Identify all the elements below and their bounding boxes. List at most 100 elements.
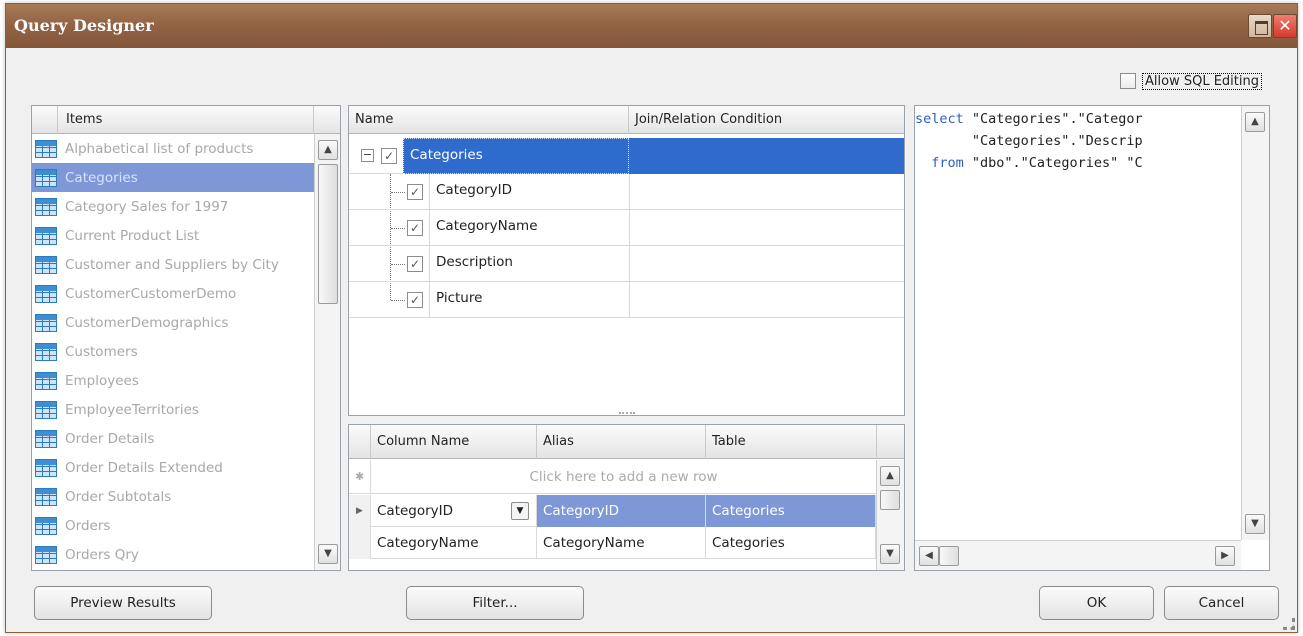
column-condition-cell[interactable]	[629, 246, 904, 282]
grid-row[interactable]: CategoryName CategoryName Categories	[349, 527, 876, 559]
sql-text-segment: "Categories"."Descrip	[915, 133, 1143, 149]
item-list-item[interactable]: Order Subtotals	[32, 482, 314, 511]
item-label: Categories	[65, 169, 138, 186]
tree-row-column[interactable]: ✓ CategoryName	[349, 210, 904, 246]
sql-h-scroll-thumb[interactable]	[939, 546, 959, 566]
tree-row-column[interactable]: ✓ CategoryID	[349, 174, 904, 210]
tree-row-column[interactable]: ✓ Picture	[349, 282, 904, 318]
close-button[interactable]: ✕	[1273, 14, 1297, 38]
column-checkbox[interactable]: ✓	[407, 184, 423, 200]
alias-cell[interactable]: CategoryName	[537, 527, 706, 559]
condition-column-header[interactable]: Join/Relation Condition	[629, 106, 904, 134]
table-icon	[35, 429, 57, 448]
item-list-item[interactable]: Orders Qry	[32, 540, 314, 569]
item-list-item[interactable]: Customer and Suppliers by City	[32, 250, 314, 279]
sql-scroll-left-button[interactable]: ◀	[919, 546, 939, 566]
items-list[interactable]: Alphabetical list of products Categories C…	[32, 134, 314, 569]
alias-cell[interactable]: CategoryID	[537, 495, 706, 527]
item-label: CustomerDemographics	[65, 314, 229, 331]
new-row-placeholder[interactable]: Click here to add a new row	[371, 460, 876, 494]
sql-scroll-up-button[interactable]: ▲	[1245, 112, 1265, 132]
column-name-cell[interactable]: CategoryName	[429, 210, 629, 246]
new-row[interactable]: ✱ Click here to add a new row	[349, 460, 876, 494]
item-label: Employees	[65, 372, 139, 389]
column-name-cell[interactable]: CategoryID ▼	[371, 495, 537, 527]
table-value: Categories	[712, 503, 785, 519]
new-row-indicator: ✱	[349, 460, 371, 494]
columns-grid-header: Column Name Alias Table	[349, 425, 904, 459]
table-condition-cell[interactable]	[629, 138, 904, 174]
item-list-item[interactable]: Alphabetical list of products	[32, 134, 314, 163]
column-name-cell[interactable]: Description	[429, 246, 629, 282]
table-header[interactable]: Table	[706, 425, 877, 459]
dropdown-icon[interactable]: ▼	[511, 502, 529, 520]
items-header-label[interactable]: Items	[58, 106, 314, 134]
grid-scroll-down-button[interactable]: ▼	[880, 544, 900, 564]
sql-horizontal-scrollbar[interactable]: ◀ ▶	[915, 540, 1241, 570]
column-condition-cell[interactable]	[629, 282, 904, 318]
column-checkbox[interactable]: ✓	[407, 256, 423, 272]
ok-button[interactable]: OK	[1039, 586, 1154, 620]
column-condition-cell[interactable]	[629, 210, 904, 246]
allow-sql-editing-checkbox[interactable]: Allow SQL Editing	[1120, 70, 1262, 92]
table-icon	[35, 487, 57, 506]
column-name-cell[interactable]: Picture	[429, 282, 629, 318]
tree-row-table[interactable]: − ✓ Categories	[349, 138, 904, 174]
resize-grip-icon[interactable]	[1283, 618, 1295, 630]
title-bar[interactable]: Query Designer ✕	[6, 4, 1297, 48]
table-cell[interactable]: Categories	[706, 495, 876, 527]
sql-line: from "dbo"."Categories" "C	[915, 152, 1142, 174]
column-checkbox[interactable]: ✓	[407, 292, 423, 308]
item-list-item[interactable]: CustomerCustomerDemo	[32, 279, 314, 308]
cancel-button[interactable]: Cancel	[1164, 586, 1279, 620]
alias-header[interactable]: Alias	[537, 425, 706, 459]
item-label: Order Subtotals	[65, 488, 172, 505]
splitter-grip[interactable]	[619, 412, 635, 415]
item-list-item[interactable]: Customers	[32, 337, 314, 366]
column-name-cell[interactable]: CategoryName	[371, 527, 537, 559]
sql-vertical-scrollbar[interactable]: ▲ ▼	[1241, 106, 1269, 540]
grid-scrollbar[interactable]: ▲ ▼	[876, 460, 904, 570]
table-icon	[35, 342, 57, 361]
name-column-header[interactable]: Name	[349, 106, 629, 134]
grid-row[interactable]: ▶ CategoryID ▼ CategoryID Categories	[349, 495, 876, 527]
column-name-cell[interactable]: CategoryID	[429, 174, 629, 210]
row-indicator: ▶	[349, 495, 371, 527]
sql-text[interactable]: select "Categories"."Categor "Categories…	[915, 108, 1143, 174]
column-condition-cell[interactable]	[629, 174, 904, 210]
maximize-button[interactable]	[1248, 14, 1272, 38]
item-list-item[interactable]: Order Details Extended	[32, 453, 314, 482]
grid-scroll-thumb[interactable]	[880, 490, 900, 510]
table-cell[interactable]: Categories	[706, 527, 876, 559]
collapse-icon[interactable]: −	[361, 149, 374, 162]
grid-scroll-up-button[interactable]: ▲	[880, 466, 900, 486]
items-scrollbar[interactable]: ▲ ▼	[314, 134, 340, 570]
scroll-up-button[interactable]: ▲	[318, 140, 338, 160]
table-name-cell[interactable]: Categories	[403, 138, 629, 174]
column-name-header[interactable]: Column Name	[371, 425, 537, 459]
query-designer-window: Query Designer ✕ Allow SQL Editing Items…	[5, 3, 1298, 633]
allow-sql-editing-box[interactable]	[1120, 73, 1136, 89]
preview-results-button[interactable]: Preview Results	[34, 586, 212, 620]
sql-scroll-right-button[interactable]: ▶	[1215, 546, 1235, 566]
table-icon	[35, 168, 57, 187]
scroll-thumb[interactable]	[318, 164, 338, 304]
item-list-item[interactable]: Category Sales for 1997	[32, 192, 314, 221]
tree-row-column[interactable]: ✓ Description	[349, 246, 904, 282]
allow-sql-editing-label: Allow SQL Editing	[1142, 72, 1262, 90]
filter-button[interactable]: Filter...	[406, 586, 584, 620]
table-icon	[35, 400, 57, 419]
scroll-down-button[interactable]: ▼	[318, 544, 338, 564]
item-list-item[interactable]: CustomerDemographics	[32, 308, 314, 337]
item-list-item[interactable]: Categories	[32, 163, 314, 192]
column-checkbox[interactable]: ✓	[407, 220, 423, 236]
item-list-item[interactable]: Orders	[32, 511, 314, 540]
item-list-item[interactable]: Current Product List	[32, 221, 314, 250]
item-list-item[interactable]: EmployeeTerritories	[32, 395, 314, 424]
column-label: CategoryName	[436, 218, 538, 234]
item-list-item[interactable]: Employees	[32, 366, 314, 395]
sql-scroll-down-button[interactable]: ▼	[1245, 514, 1265, 534]
item-list-item[interactable]: Order Details	[32, 424, 314, 453]
column-name-value: CategoryName	[377, 535, 479, 551]
table-checkbox[interactable]: ✓	[381, 148, 397, 164]
